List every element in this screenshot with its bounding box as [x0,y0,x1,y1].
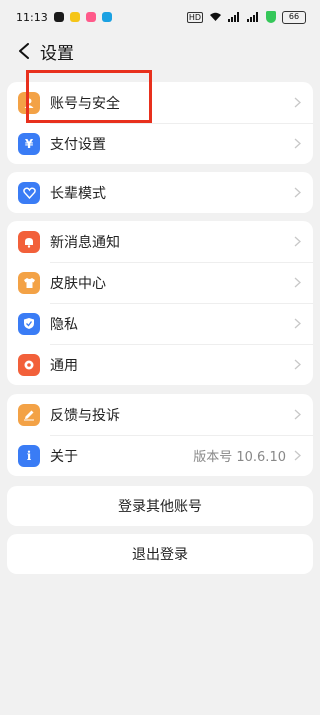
settings-item-label: 隐私 [50,316,78,333]
settings-group-elder: 长辈模式 [7,172,313,213]
settings-group-support: 反馈与投诉 i 关于 版本号 10.6.10 [7,394,313,476]
chevron-right-icon [294,138,301,149]
settings-group-general: 新消息通知 皮肤中心 隐私 通用 [7,221,313,385]
shield-check-icon [18,312,40,335]
switch-account-button[interactable]: 登录其他账号 [7,486,313,526]
settings-item-notifications[interactable]: 新消息通知 [7,221,313,262]
settings-item-feedback[interactable]: 反馈与投诉 [7,394,313,435]
settings-item-label: 新消息通知 [50,234,120,251]
header: 设置 [0,34,320,68]
settings-item-label: 反馈与投诉 [50,407,120,424]
app-notification-icon [53,12,64,22]
app-notification-icon [85,12,96,22]
chevron-right-icon [294,236,301,247]
settings-item-skin-center[interactable]: 皮肤中心 [7,262,313,303]
hd-badge: HD [186,11,203,23]
wifi-icon [210,12,221,21]
status-time: 11:13 [16,10,48,24]
bell-icon [18,230,40,253]
status-right: HD 66 [186,10,306,24]
settings-item-elder-mode[interactable]: 长辈模式 [7,172,313,213]
settings-item-label: 关于 [50,448,78,465]
page-title: 设置 [40,43,74,64]
settings-item-label: 通用 [50,357,78,374]
settings-item-label: 支付设置 [50,136,106,153]
chevron-right-icon [294,97,301,108]
chevron-right-icon [294,450,301,461]
security-shield-icon [266,11,276,23]
back-button[interactable] [8,35,40,67]
signal-icon [228,12,239,22]
settings-item-privacy[interactable]: 隐私 [7,303,313,344]
settings-item-label: 皮肤中心 [50,275,106,292]
chevron-right-icon [294,318,301,329]
chevron-right-icon [294,409,301,420]
status-left: 11:13 [16,11,112,24]
battery-icon: 66 [282,10,306,24]
logout-button[interactable]: 退出登录 [7,534,313,574]
app-notification-icon [69,12,80,22]
payment-yen-icon: ¥ [18,132,40,155]
chevron-right-icon [294,359,301,370]
battery-level: 66 [288,12,300,21]
chevron-left-icon [19,43,29,59]
settings-item-payment[interactable]: ¥ 支付设置 [7,123,313,164]
settings-item-label: 长辈模式 [50,185,106,202]
elder-heart-icon [18,181,40,204]
chevron-right-icon [294,187,301,198]
chevron-right-icon [294,277,301,288]
gear-icon [18,353,40,376]
tshirt-icon [18,271,40,294]
settings-item-general[interactable]: 通用 [7,344,313,385]
app-notification-icon [101,12,112,22]
highlight-annotation [26,70,152,123]
status-bar: 11:13 HD 66 [0,0,320,34]
signal-icon [247,12,258,22]
info-icon: i [18,444,40,467]
pencil-icon [18,403,40,426]
settings-item-about[interactable]: i 关于 版本号 10.6.10 [7,435,313,476]
version-number: 版本号 10.6.10 [193,450,286,465]
